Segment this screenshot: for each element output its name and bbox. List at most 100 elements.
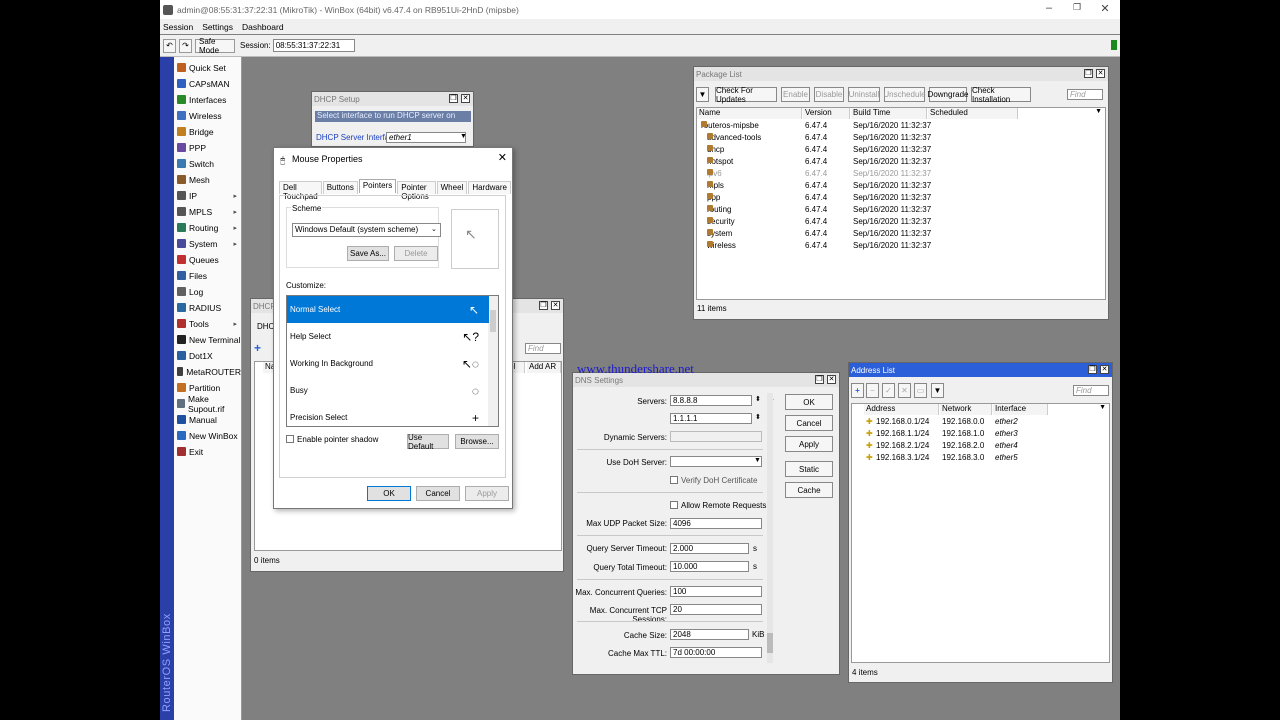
find-input[interactable]: Find (525, 343, 561, 354)
doh-server-select[interactable] (670, 456, 762, 467)
dns-server-1-input[interactable]: 8.8.8.8 (670, 395, 752, 406)
sidebar-item-mesh[interactable]: Mesh (174, 172, 241, 187)
sidebar-item-ip[interactable]: IP ▸ (174, 188, 241, 203)
window-close-icon[interactable]: ✕ (1100, 365, 1109, 374)
chevron-down-icon[interactable]: ▼ (754, 457, 761, 464)
window-restore-icon[interactable]: ❐ (539, 301, 548, 310)
tab-pointers[interactable]: Pointers (358, 179, 397, 193)
tab-hardware[interactable]: Hardware (468, 181, 511, 194)
save-as-button[interactable]: Save As... (347, 246, 389, 261)
disable-icon[interactable]: ✕ (898, 383, 911, 398)
browse-button[interactable]: Browse... (455, 434, 499, 449)
sidebar-item-wireless[interactable]: Wireless (174, 108, 241, 123)
sidebar-item-exit[interactable]: Exit (174, 444, 241, 459)
table-row[interactable]: ✚ 192.168.2.1/24 192.168.2.0 ether4 (852, 441, 1109, 453)
query-total-timeout-input[interactable]: 10.000 (670, 561, 749, 572)
sidebar-item-files[interactable]: Files (174, 268, 241, 283)
ok-button[interactable]: OK (785, 394, 833, 410)
cache-button[interactable]: Cache (785, 482, 833, 498)
table-row[interactable]: mpls 6.47.4 Sep/16/2020 11:32:37 (697, 181, 1105, 193)
add-icon[interactable]: + (254, 342, 266, 355)
sidebar-item-new-terminal[interactable]: New Terminal (174, 332, 241, 347)
column-menu-icon[interactable]: ▼ (1095, 108, 1102, 115)
scheme-select[interactable]: Windows Default (system scheme) (292, 223, 441, 237)
table-row[interactable]: ✚ 192.168.1.1/24 192.168.1.0 ether3 (852, 429, 1109, 441)
remove-icon[interactable]: − (866, 383, 879, 398)
remove-server-icon[interactable]: ⬍ (755, 395, 761, 403)
cursor-list-item[interactable]: Busy ◌ (287, 377, 489, 404)
redo-button[interactable]: ↷ (179, 38, 192, 53)
column-header-network[interactable]: Network (940, 404, 992, 415)
column-header-interface[interactable]: Interface (993, 404, 1048, 415)
cache-ttl-input[interactable]: 7d 00:00:00 (670, 647, 762, 658)
sidebar-item-switch[interactable]: Switch (174, 156, 241, 171)
table-row[interactable]: dhcp 6.47.4 Sep/16/2020 11:32:37 (697, 145, 1105, 157)
check-for-updates-button[interactable]: Check For Updates (715, 86, 777, 104)
table-row[interactable]: ✚ 192.168.0.1/24 192.168.0.0 ether2 (852, 417, 1109, 429)
table-row[interactable]: security 6.47.4 Sep/16/2020 11:32:37 (697, 217, 1105, 229)
sidebar-item-manual[interactable]: Manual (174, 412, 241, 427)
window-restore-icon[interactable]: ❐ (1088, 365, 1097, 374)
scrollbar-thumb[interactable] (490, 310, 496, 332)
window-close-icon[interactable]: ✕ (461, 94, 470, 103)
query-server-timeout-input[interactable]: 2.000 (670, 543, 749, 554)
tab-buttons[interactable]: Buttons (322, 181, 358, 194)
sidebar-item-quick-set[interactable]: Quick Set (174, 60, 241, 75)
remove-server-icon[interactable]: ⬍ (755, 413, 761, 421)
unschedule-button[interactable]: Unschedule (883, 87, 926, 102)
dns-server-2-input[interactable]: 1.1.1.1 (670, 413, 752, 424)
tab-dell-touchpad[interactable]: Dell Touchpad (279, 181, 322, 201)
sidebar-item-log[interactable]: Log (174, 284, 241, 299)
table-row[interactable]: ppp 6.47.4 Sep/16/2020 11:32:37 (697, 193, 1105, 205)
table-row[interactable]: hotspot 6.47.4 Sep/16/2020 11:32:37 (697, 157, 1105, 169)
table-row[interactable]: routeros-mipsbe 6.47.4 Sep/16/2020 11:32:3… (697, 121, 1105, 133)
column-header-name[interactable]: Name (697, 108, 802, 119)
undo-button[interactable]: ↶ (163, 38, 176, 53)
close-button[interactable]: ✕ (1098, 2, 1112, 15)
sidebar-item-metarouter[interactable]: MetaROUTER (174, 364, 241, 379)
allow-remote-checkbox[interactable]: Allow Remote Requests (670, 501, 766, 510)
sidebar-item-ppp[interactable]: PPP (174, 140, 241, 155)
sidebar-item-mpls[interactable]: MPLS ▸ (174, 204, 241, 219)
chevron-down-icon[interactable]: ⌄ (431, 225, 437, 233)
ok-button[interactable]: OK (367, 486, 411, 501)
tab-pointer-options[interactable]: Pointer Options (397, 181, 436, 201)
sidebar-item-system[interactable]: System ▸ (174, 236, 241, 251)
apply-button[interactable]: Apply (785, 436, 833, 452)
menu-dashboard[interactable]: Dashboard (242, 22, 284, 32)
window-close-icon[interactable]: ✕ (827, 375, 836, 384)
column-header-scheduled[interactable]: Scheduled (928, 108, 1018, 119)
column-header-address[interactable]: Address (864, 404, 939, 415)
find-input[interactable]: Find (1067, 89, 1103, 100)
sidebar-item-bridge[interactable]: Bridge (174, 124, 241, 139)
sidebar-item-capsman[interactable]: CAPsMAN (174, 76, 241, 91)
menu-settings[interactable]: Settings (202, 22, 233, 32)
cursor-list-item[interactable]: Working In Background ↖◌ (287, 350, 489, 377)
max-tcp-sessions-input[interactable]: 20 (670, 604, 762, 615)
column-header-version[interactable]: Version (803, 108, 850, 119)
filter-icon[interactable]: ▼ (696, 87, 709, 102)
delete-button[interactable]: Delete (394, 246, 438, 261)
sidebar-item-dot1x[interactable]: Dot1X (174, 348, 241, 363)
static-button[interactable]: Static (785, 461, 833, 477)
disable-button[interactable]: Disable (814, 87, 844, 102)
menu-session[interactable]: Session (163, 22, 193, 32)
window-close-icon[interactable]: ✕ (551, 301, 560, 310)
cancel-button[interactable]: Cancel (416, 486, 460, 501)
table-row[interactable]: ✚ 192.168.3.1/24 192.168.3.0 ether5 (852, 453, 1109, 465)
session-field[interactable]: 08:55:31:37:22:31 (272, 39, 355, 52)
cache-size-input[interactable]: 2048 (670, 629, 749, 640)
comment-icon[interactable]: ▭ (914, 383, 927, 398)
verify-doh-checkbox[interactable]: Verify DoH Certificate (670, 476, 757, 485)
cursor-list-item[interactable]: Precision Select + (287, 404, 489, 426)
table-row[interactable]: wireless 6.47.4 Sep/16/2020 11:32:37 (697, 241, 1105, 253)
apply-button[interactable]: Apply (465, 486, 509, 501)
scrollbar[interactable] (767, 393, 773, 663)
sidebar-item-interfaces[interactable]: Interfaces (174, 92, 241, 107)
cursor-list[interactable]: Normal Select ↖ Help Select ↖? Working In Ba… (286, 295, 499, 427)
table-row[interactable]: advanced-tools 6.47.4 Sep/16/2020 11:32:37 (697, 133, 1105, 145)
tab-wheel[interactable]: Wheel (436, 181, 468, 194)
chevron-down-icon[interactable]: ▼ (460, 133, 467, 140)
table-row[interactable]: routing 6.47.4 Sep/16/2020 11:32:37 (697, 205, 1105, 217)
max-concurrent-queries-input[interactable]: 100 (670, 586, 762, 597)
